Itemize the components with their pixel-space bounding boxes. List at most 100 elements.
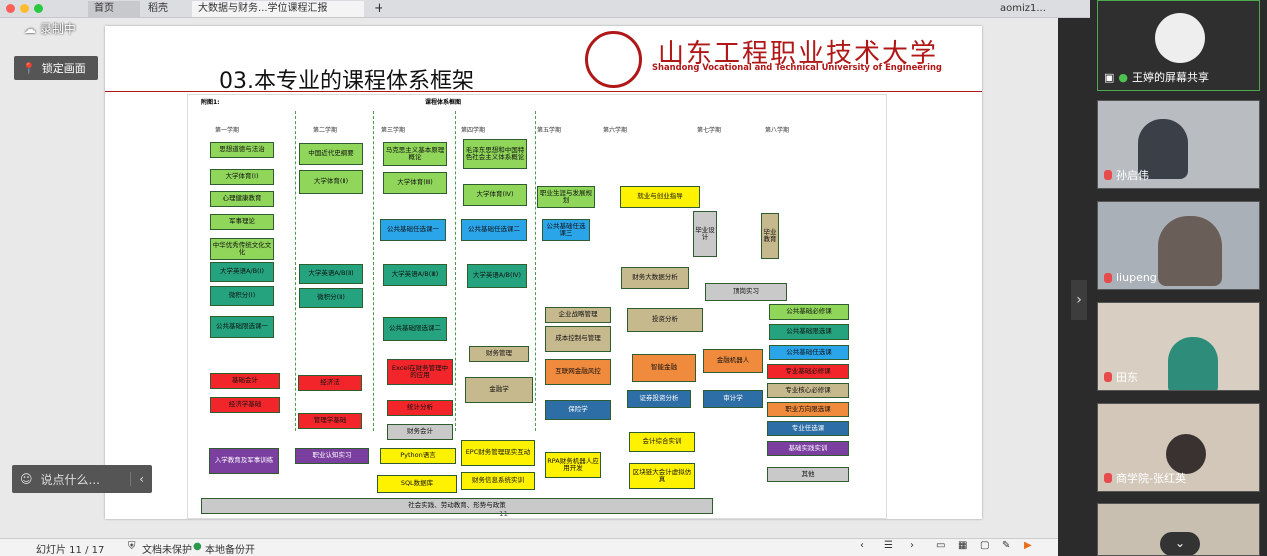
zoom-window-icon[interactable] — [34, 4, 43, 13]
course-box: 金融学 — [465, 377, 533, 403]
participant-tile[interactable]: 商学院-张红英 — [1097, 403, 1260, 492]
course-box: 心理健康教育 — [210, 191, 274, 207]
course-box: 财务大数据分析 — [621, 267, 689, 289]
participant-tile[interactable]: 田东 — [1097, 302, 1260, 391]
play-slideshow-icon[interactable]: ▶ — [1024, 540, 1032, 551]
pin-icon: 📍 — [22, 61, 36, 75]
figure-label: 附图1: — [201, 99, 220, 106]
course-box: 公共基础任选课一 — [380, 219, 446, 241]
participant-tile[interactable]: liupeng — [1097, 201, 1260, 290]
course-box: 智能金融 — [632, 354, 696, 382]
chat-box[interactable]: ☺ 说点什么... ‹ — [12, 465, 152, 493]
semester-8: 第八学期 — [765, 127, 790, 134]
legend-item: 公共基础限选课 — [769, 324, 849, 340]
participant-name: 孙启伟 — [1104, 167, 1149, 183]
course-box: 会计综合实训 — [629, 432, 695, 452]
legend-item: 基础实践实训 — [767, 441, 849, 456]
course-box: 统计分析 — [387, 400, 453, 416]
lock-screen-button[interactable]: 📍 锁定画面 — [14, 56, 98, 80]
next-slide-icon[interactable]: › — [910, 540, 914, 551]
collapse-chat-icon[interactable]: ‹ — [130, 472, 152, 486]
course-box: 就业与创业指导 — [620, 186, 700, 208]
browser-tabbar: 首页 稻壳 大数据与财务...学位课程汇报 + aomiz1... — [0, 0, 1090, 18]
course-box: 金融机器人 — [703, 349, 763, 373]
legend-item: 专业核心必修课 — [767, 383, 849, 398]
normal-view-icon[interactable]: ▭ — [936, 540, 945, 551]
course-box: 审计学 — [703, 390, 763, 408]
shield-icon: ⛨ — [128, 541, 136, 552]
course-box: 职业生涯与发展规划 — [537, 186, 595, 208]
course-box: 公共基础任选课三 — [542, 219, 590, 241]
course-box: 毛泽东思想和中国特色社会主义体系概论 — [463, 139, 527, 169]
page-number: 11 — [499, 510, 508, 518]
course-box: 基础会计 — [210, 373, 280, 389]
semester-2: 第二学期 — [313, 127, 338, 134]
course-box: 中华优秀传统文化文化 — [210, 238, 274, 260]
participant-name: ▣ ● 王婷的屏幕共享 — [1104, 70, 1210, 85]
screen-share-icon: ▣ — [1104, 70, 1115, 84]
close-window-icon[interactable] — [6, 4, 15, 13]
status-bar: 幻灯片 11 / 17 ⛨ 文档未保护 ● 本地备份开 ‹ ☰ › ▭ ▦ ▢ … — [0, 538, 1058, 556]
outline-icon[interactable]: ☰ — [884, 540, 893, 551]
notes-icon[interactable]: ✎ — [1002, 540, 1010, 551]
course-box: 保险学 — [545, 400, 611, 420]
course-box: 思想道德与法治 — [210, 142, 274, 158]
recording-indicator: ☁ 录制中 — [24, 22, 76, 36]
minimize-window-icon[interactable] — [20, 4, 29, 13]
mic-muted-icon — [1104, 272, 1112, 283]
course-box: 大学体育(Ⅳ) — [463, 184, 527, 206]
university-name-en: Shandong Vocational and Technical Univer… — [652, 62, 942, 72]
emoji-icon[interactable]: ☺ — [12, 472, 41, 486]
semester-5: 第五学期 — [537, 127, 562, 134]
course-box: 大学英语A/B(Ⅲ) — [383, 264, 447, 286]
legend-item: 专业基础必修课 — [767, 364, 849, 379]
reading-view-icon[interactable]: ▢ — [980, 540, 989, 551]
course-box: 大学体育(Ⅲ) — [383, 172, 447, 194]
course-box: 大学体育(Ⅱ) — [299, 170, 363, 194]
backup-status[interactable]: 本地备份开 — [205, 541, 255, 556]
course-box: 职业认知实习 — [295, 448, 369, 464]
course-box: RPA财务机器人应用开发 — [545, 452, 601, 478]
course-box: 管理学基础 — [298, 413, 362, 429]
course-box: 顶岗实习 — [705, 283, 787, 301]
tab-home[interactable]: 首页 — [88, 1, 140, 17]
course-box: 大学英语A/B(Ⅱ) — [299, 264, 363, 284]
slide-counter: 幻灯片 11 / 17 — [36, 545, 105, 556]
course-box: 大学英语A/B(Ⅳ) — [467, 264, 527, 288]
course-box: Excel在财务管理中的应用 — [387, 359, 453, 385]
semester-6: 第六学期 — [603, 127, 628, 134]
mic-on-icon: ● — [1118, 70, 1129, 84]
legend-item: 专业任选课 — [767, 421, 849, 436]
participant-name: 田东 — [1104, 369, 1138, 385]
mic-muted-icon — [1104, 372, 1112, 382]
semester-divider — [295, 111, 296, 431]
prev-slide-icon[interactable]: ‹ — [860, 540, 864, 551]
participant-tile[interactable]: ⌄ — [1097, 503, 1260, 556]
tab-docer[interactable]: 稻壳 — [142, 1, 192, 17]
course-box: 马克思主义基本原理概论 — [383, 142, 447, 166]
sorter-view-icon[interactable]: ▦ — [958, 540, 967, 551]
legend-item: 公共基础任选课 — [769, 345, 849, 360]
semester-divider — [535, 111, 536, 431]
university-seal-icon — [585, 31, 642, 88]
legend-item: 公共基础必修课 — [769, 304, 849, 320]
mic-muted-icon — [1104, 170, 1112, 180]
course-box: 大学体育(Ⅰ) — [210, 169, 274, 185]
tab-presentation[interactable]: 大数据与财务...学位课程汇报 — [192, 1, 364, 17]
course-box: 投资分析 — [627, 308, 703, 332]
doc-protect-status[interactable]: 文档未保护 — [142, 541, 192, 556]
scroll-down-button[interactable]: ⌄ — [1160, 532, 1200, 555]
participant-tile[interactable]: 孙启伟 — [1097, 100, 1260, 189]
participant-tile[interactable]: ▣ ● 王婷的屏幕共享 — [1097, 0, 1260, 91]
legend-item: 职业方向限选课 — [767, 402, 849, 417]
course-box: 公共基础限选课一 — [210, 316, 274, 338]
video-feed — [1158, 216, 1222, 286]
course-box: 入学教育及军事训练 — [209, 448, 279, 474]
user-account[interactable]: aomiz1... — [994, 1, 1084, 17]
semester-divider — [373, 111, 374, 431]
title-divider — [105, 91, 982, 92]
expand-sidebar-button[interactable]: › — [1071, 280, 1087, 320]
new-tab-icon[interactable]: + — [368, 1, 382, 17]
course-box: 中国近代史纲要 — [299, 143, 363, 165]
course-box: Python语言 — [380, 448, 456, 464]
